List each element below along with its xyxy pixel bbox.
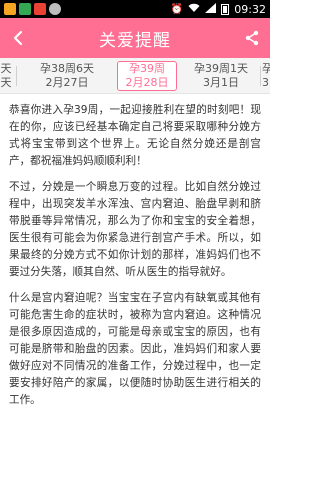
article-content: 恭喜你进入孕39周，一起迎接胜利在望的时刻吧！现在的你，应该已经基本确定自己将要… bbox=[0, 94, 270, 480]
battery-icon bbox=[221, 3, 230, 15]
notification-app-icon bbox=[19, 3, 31, 15]
tab-divider bbox=[260, 66, 261, 86]
week-label: 孕39周1天 bbox=[194, 62, 248, 75]
cloud-icon bbox=[49, 3, 61, 15]
week-label: 孕3 bbox=[262, 62, 270, 76]
article-paragraph: 不过，分娩是一个瞬息万变的过程。比如自然分娩过程中，出现突发羊水浑浊、宫内窘迫、… bbox=[9, 181, 261, 278]
article-paragraph: 恭喜你进入孕39周，一起迎接胜利在望的时刻吧！现在的你，应该已经基本确定自己将要… bbox=[9, 104, 261, 167]
week-tab[interactable]: 孕39周1天 3月1日 bbox=[182, 61, 260, 91]
status-time: 09:32 bbox=[234, 2, 266, 16]
status-bar: ⏰ 09:32 bbox=[0, 0, 270, 18]
chevron-left-icon bbox=[13, 30, 23, 46]
signal-icon bbox=[205, 2, 217, 16]
week-tab[interactable]: 孕38周6天 2月27日 bbox=[22, 61, 112, 91]
share-button[interactable] bbox=[240, 26, 264, 50]
share-icon bbox=[245, 30, 259, 46]
tab-divider bbox=[16, 66, 17, 86]
week-tab[interactable]: 天 天 bbox=[0, 61, 14, 91]
article-paragraph: 什么是宫内窘迫呢？当宝宝在子宫内有缺氧或其他有可能危害生命的症状时，被称为宫内窘… bbox=[9, 292, 261, 406]
alarm-icon: ⏰ bbox=[170, 3, 184, 15]
week-date: 3月1日 bbox=[203, 76, 239, 89]
notification-icons bbox=[4, 3, 61, 15]
week-label: 孕38周6天 bbox=[40, 62, 94, 75]
week-date: 天 bbox=[0, 76, 12, 89]
title-bar: 关爱提醒 bbox=[0, 18, 270, 58]
notification-app-icon bbox=[34, 3, 46, 15]
week-selector: 天 天 孕38周6天 2月27日 孕39周 2月28日 孕39周1天 3月1日 … bbox=[0, 58, 270, 94]
week-label: 孕39周 bbox=[129, 62, 165, 75]
week-tab[interactable]: 孕3 3 bbox=[262, 61, 270, 91]
week-date: 3 bbox=[262, 76, 269, 89]
wifi-icon bbox=[188, 3, 200, 16]
week-label: 天 bbox=[0, 62, 12, 75]
week-date: 2月28日 bbox=[125, 76, 169, 89]
notification-app-icon bbox=[4, 3, 16, 15]
week-tab-selected[interactable]: 孕39周 2月28日 bbox=[117, 61, 177, 91]
page-title: 关爱提醒 bbox=[99, 30, 171, 51]
week-date: 2月27日 bbox=[45, 76, 89, 89]
system-icons: ⏰ 09:32 bbox=[170, 2, 266, 16]
back-button[interactable] bbox=[6, 26, 30, 50]
